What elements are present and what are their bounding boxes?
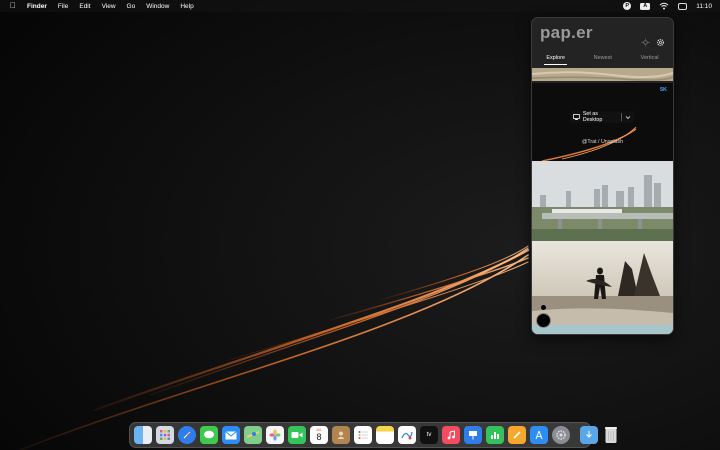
mail-icon[interactable] xyxy=(222,426,240,444)
button-divider xyxy=(621,113,623,121)
wallpaper-thumbnail[interactable] xyxy=(532,241,673,334)
category-tabs: Explore Newest Vertical xyxy=(532,54,673,65)
monitor-icon xyxy=(573,114,580,120)
control-center-icon[interactable] xyxy=(678,2,688,10)
wallpaper-thumbnail-featured[interactable]: 5K Set as Desktop @Trat / Unsplash xyxy=(532,83,673,161)
brightness-icon[interactable] xyxy=(641,38,650,47)
tab-vertical[interactable]: Vertical xyxy=(639,54,661,65)
menu-view[interactable]: View xyxy=(102,3,116,10)
menu-help[interactable]: Help xyxy=(180,3,193,10)
wallpaper-thumbnail[interactable] xyxy=(532,161,673,241)
calendar-day: 8 xyxy=(316,432,322,442)
paper-icon[interactable]: P xyxy=(623,2,632,10)
contacts-icon[interactable] xyxy=(332,426,350,444)
tv-label: tv xyxy=(426,432,432,438)
tab-newest[interactable]: Newest xyxy=(592,54,614,65)
set-as-desktop-label: Set as Desktop xyxy=(582,111,603,123)
dock: JUL 8 tv xyxy=(129,422,617,448)
maps-icon[interactable] xyxy=(244,426,262,444)
numbers-icon[interactable] xyxy=(486,426,504,444)
notes-icon[interactable] xyxy=(376,426,394,444)
menu-go[interactable]: Go xyxy=(127,3,136,10)
system-settings-icon[interactable] xyxy=(552,426,570,444)
menu-clock[interactable]: 11:10 xyxy=(696,3,712,10)
menu-window[interactable]: Window xyxy=(146,3,169,10)
app-store-icon[interactable] xyxy=(530,426,548,444)
apple-menu-icon[interactable]:  xyxy=(10,0,16,12)
chevron-down-icon[interactable] xyxy=(625,115,631,120)
finder-icon[interactable] xyxy=(134,426,152,444)
tab-explore[interactable]: Explore xyxy=(544,54,567,65)
paper-logo: pap.er xyxy=(540,23,593,42)
safari-icon[interactable] xyxy=(178,426,196,444)
menu-file[interactable]: File xyxy=(58,3,68,10)
tv-icon[interactable]: tv xyxy=(420,426,438,444)
freeform-icon[interactable] xyxy=(398,426,416,444)
input-source-icon[interactable]: A xyxy=(640,2,651,10)
photos-icon[interactable] xyxy=(266,426,284,444)
launchpad-icon[interactable] xyxy=(156,426,174,444)
keynote-icon[interactable] xyxy=(464,426,482,444)
resolution-badge: 5K xyxy=(659,87,667,93)
mouse-cursor xyxy=(536,313,551,328)
menu-edit[interactable]: Edit xyxy=(79,3,90,10)
menu-bar:  Finder File Edit View Go Window Help P… xyxy=(0,0,720,12)
cursor-indicator xyxy=(541,305,546,310)
settings-gear-icon[interactable] xyxy=(656,38,665,47)
messages-icon[interactable] xyxy=(200,426,218,444)
wallpaper-thumbnail[interactable] xyxy=(532,68,673,81)
music-icon[interactable] xyxy=(442,426,460,444)
trash-icon[interactable] xyxy=(602,426,620,444)
photo-credit[interactable]: @Trat / Unsplash xyxy=(532,139,673,145)
facetime-icon[interactable] xyxy=(288,426,306,444)
paper-popover: pap.er Explore Newest Vertical 5K Set as… xyxy=(531,17,674,335)
set-as-desktop-button[interactable]: Set as Desktop xyxy=(570,111,634,123)
pages-icon[interactable] xyxy=(508,426,526,444)
downloads-folder-icon[interactable] xyxy=(580,426,598,444)
wifi-icon[interactable] xyxy=(659,2,669,10)
calendar-icon[interactable]: JUL 8 xyxy=(310,426,328,444)
menu-app-name[interactable]: Finder xyxy=(27,3,47,10)
reminders-icon[interactable] xyxy=(354,426,372,444)
